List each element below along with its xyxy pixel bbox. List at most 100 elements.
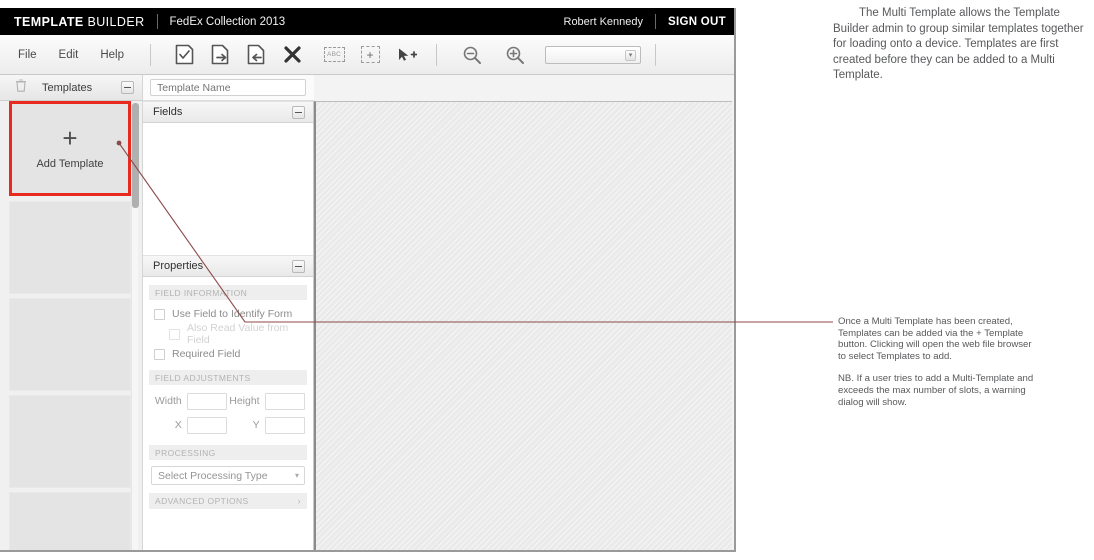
- template-builder-window: TEMPLATE BUILDER FedEx Collection 2013 R…: [0, 8, 736, 552]
- text-field-button[interactable]: ABC: [319, 40, 349, 70]
- text-field-glyph: ABC: [327, 51, 341, 58]
- template-slot-empty[interactable]: [9, 201, 131, 294]
- save-template-button[interactable]: [169, 40, 199, 70]
- chevron-down-icon: ▾: [294, 470, 299, 480]
- plus-icon: +: [62, 122, 78, 153]
- templates-collapse-button[interactable]: [121, 81, 134, 94]
- x-label: X: [174, 419, 182, 431]
- toolbar-divider-2: [436, 43, 438, 66]
- field-information-label: FIELD INFORMATION: [155, 287, 248, 298]
- template-slot-empty[interactable]: [9, 492, 131, 550]
- chevron-right-icon: ›: [297, 495, 301, 506]
- template-slot-empty[interactable]: [9, 395, 131, 488]
- fields-panel-body[interactable]: [143, 123, 313, 233]
- toolbar: File Edit Help ABC + ▾: [0, 35, 734, 75]
- properties-panel-body: FIELD INFORMATION Use Field to Identify …: [143, 285, 313, 509]
- templates-rail[interactable]: + Add Template: [0, 101, 143, 550]
- processing-type-value: Select Processing Type: [158, 469, 268, 482]
- checkbox-use-field-to-identify-form[interactable]: Use Field to Identify Form: [154, 304, 313, 324]
- field-adjustments-label: FIELD ADJUSTMENTS: [155, 372, 251, 383]
- save-template-icon: [175, 44, 194, 65]
- zoom-level-select[interactable]: ▾: [545, 45, 642, 64]
- properties-panel-header: Properties: [143, 255, 313, 277]
- add-field-icon: +: [360, 46, 380, 63]
- zoom-in-button[interactable]: [500, 40, 530, 70]
- properties-panel-title: Properties: [153, 260, 204, 272]
- title-bar: TEMPLATE BUILDER FedEx Collection 2013 R…: [0, 8, 734, 35]
- fields-panel-title: Fields: [153, 106, 183, 118]
- delete-icon: [283, 45, 302, 64]
- brand-bold: TEMPLATE: [14, 14, 84, 29]
- template-canvas[interactable]: [314, 101, 732, 550]
- zoom-in-icon: [505, 45, 525, 65]
- advanced-options-row[interactable]: ADVANCED OPTIONS ›: [149, 493, 307, 509]
- zoom-out-button[interactable]: [457, 40, 487, 70]
- app-brand: TEMPLATE BUILDER: [14, 15, 145, 29]
- menu-help[interactable]: Help: [92, 46, 132, 64]
- checkbox-label: Also Read Value from Field: [186, 322, 289, 346]
- checkbox-icon[interactable]: [154, 308, 165, 320]
- titlebar-right: Robert Kennedy SIGN OUT: [564, 14, 727, 29]
- annotation-mid-paragraph-2: NB. If a user tries to add a Multi-Templ…: [838, 373, 1034, 408]
- minus-icon: [124, 87, 131, 88]
- template-name-input[interactable]: [150, 79, 306, 96]
- width-label: Width: [154, 395, 182, 407]
- add-template-label: Add Template: [36, 157, 104, 170]
- tools-column: Fields Properties FIELD INFORMATION Use …: [143, 101, 314, 550]
- x-y-row: X Y: [143, 413, 313, 437]
- menu-file[interactable]: File: [10, 46, 45, 64]
- delete-button[interactable]: [277, 40, 307, 70]
- pointer-add-icon: [396, 46, 417, 64]
- processing-type-select[interactable]: Select Processing Type ▾: [151, 466, 305, 485]
- text-field-icon: ABC: [323, 47, 345, 62]
- titlebar-divider: [156, 14, 158, 29]
- width-height-row: Width Height: [143, 389, 313, 413]
- fields-panel-header: Fields: [143, 101, 313, 123]
- field-information-heading: FIELD INFORMATION: [149, 285, 307, 300]
- template-slot-empty[interactable]: [9, 298, 131, 391]
- processing-heading: PROCESSING: [149, 445, 307, 460]
- checkbox-also-read-value-from-field: Also Read Value from Field: [169, 322, 313, 346]
- templates-panel-header: Templates: [0, 75, 143, 101]
- checkbox-label: Required Field: [172, 348, 241, 360]
- template-name-row: [143, 75, 314, 101]
- export-template-button[interactable]: [241, 40, 271, 70]
- add-field-button[interactable]: +: [355, 40, 385, 70]
- field-adjustments-heading: FIELD ADJUSTMENTS: [149, 370, 307, 385]
- minus-icon: [295, 265, 302, 267]
- export-template-icon: [247, 44, 266, 65]
- fields-collapse-button[interactable]: [292, 105, 305, 119]
- import-template-icon: [211, 44, 230, 65]
- processing-label: PROCESSING: [155, 447, 216, 458]
- sign-out-button[interactable]: SIGN OUT: [668, 16, 726, 28]
- add-template-button[interactable]: + Add Template: [9, 101, 131, 196]
- import-template-button[interactable]: [205, 40, 235, 70]
- annotation-multi-template-overview: The Multi Template allows the Template B…: [833, 6, 1085, 84]
- checkbox-label: Use Field to Identify Form: [172, 308, 293, 320]
- scrollbar-thumb[interactable]: [132, 103, 139, 208]
- menu-edit[interactable]: Edit: [51, 46, 87, 64]
- screenshot-root: TEMPLATE BUILDER FedEx Collection 2013 R…: [0, 0, 1094, 560]
- toolbar-divider-3: [655, 43, 657, 66]
- properties-collapse-button[interactable]: [292, 259, 305, 273]
- height-label: Height: [229, 395, 260, 407]
- minus-icon: [295, 111, 302, 113]
- pointer-add-button[interactable]: [391, 40, 421, 70]
- y-input[interactable]: [264, 416, 306, 434]
- sub-header-row: Templates: [0, 75, 734, 101]
- width-input[interactable]: [186, 392, 228, 410]
- titlebar-divider-2: [655, 14, 656, 29]
- chevron-down-icon: ▾: [625, 49, 637, 61]
- templates-rail-scrollbar[interactable]: [131, 103, 139, 550]
- trash-icon[interactable]: [15, 78, 27, 97]
- height-input[interactable]: [264, 392, 306, 410]
- user-name: Robert Kennedy: [563, 15, 644, 28]
- checkbox-icon[interactable]: [154, 348, 165, 360]
- annotation-add-templates: Once a Multi Template has been created, …: [838, 316, 1034, 408]
- fields-properties-gap: [143, 233, 313, 255]
- document-title: FedEx Collection 2013: [169, 15, 286, 28]
- y-label: Y: [252, 419, 260, 431]
- x-input[interactable]: [186, 416, 228, 434]
- add-field-glyph: +: [366, 47, 374, 62]
- checkbox-required-field[interactable]: Required Field: [154, 344, 313, 364]
